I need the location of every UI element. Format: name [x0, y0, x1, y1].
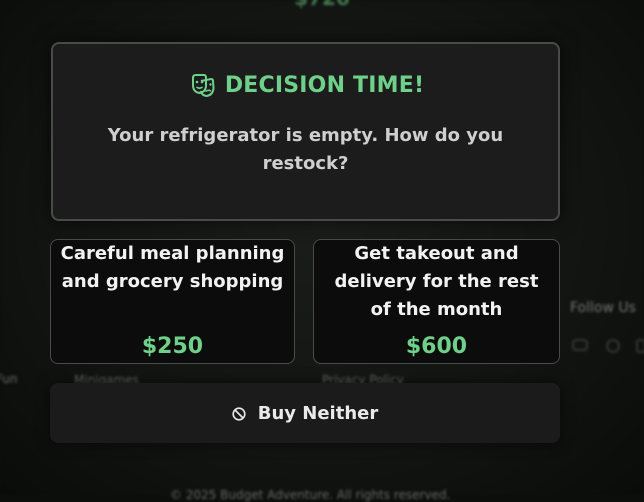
background-copyright: © 2025 Budget Adventure. All rights rese…: [170, 488, 451, 502]
buy-neither-button[interactable]: Buy Neither: [50, 383, 560, 443]
decision-title-text: DECISION TIME!: [224, 72, 425, 98]
decision-question: Your refrigerator is empty. How do you r…: [107, 125, 504, 174]
decision-card: DECISION TIME! Your refrigerator is empt…: [51, 42, 560, 221]
option-label: Careful meal planning and grocery shoppi…: [60, 243, 285, 292]
option-takeout-button[interactable]: Get takeout and delivery for the rest of…: [313, 239, 560, 364]
background-follow-label: Follow Us: [570, 300, 636, 316]
buy-neither-label: Buy Neither: [257, 402, 379, 424]
option-meal-planning-button[interactable]: Careful meal planning and grocery shoppi…: [50, 239, 295, 364]
background-balance: $726: [0, 0, 644, 10]
decision-title: DECISION TIME!: [53, 70, 558, 100]
theater-masks-icon: [187, 70, 217, 100]
option-label: Get takeout and delivery for the rest of…: [334, 243, 539, 320]
github-icon: [605, 338, 623, 354]
option-price: $250: [141, 334, 204, 359]
background-footer-fun: Fun: [0, 372, 18, 386]
ban-icon: [232, 406, 246, 421]
social-icon: [572, 338, 590, 354]
option-price: $600: [405, 334, 468, 359]
link-icon: [636, 338, 644, 354]
